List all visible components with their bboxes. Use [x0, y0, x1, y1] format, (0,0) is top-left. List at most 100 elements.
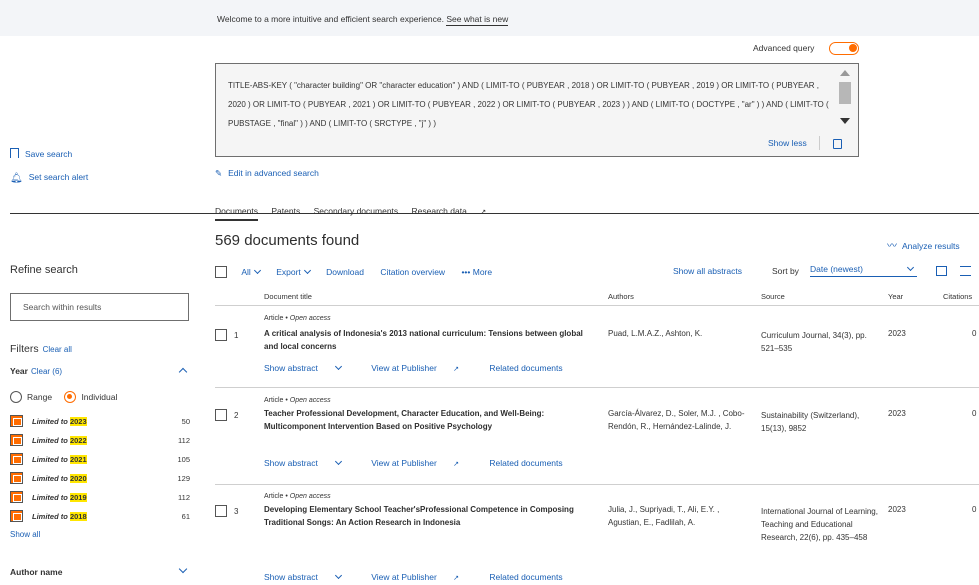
view-at-publisher-link[interactable]: View at Publisher ↗	[371, 572, 473, 582]
view-publisher-label: View at Publisher	[371, 572, 437, 582]
show-abstract-label: Show abstract	[264, 572, 318, 582]
edit-advanced-search-link[interactable]: ✎ Edit in advanced search	[215, 168, 319, 179]
year-value: 2023	[69, 417, 87, 426]
tab-research-data-label: Research data	[411, 206, 467, 216]
show-less-link[interactable]: Show less	[768, 138, 807, 148]
more-button[interactable]: ••• More	[461, 267, 492, 277]
year-filter-header[interactable]: Year Clear (6)	[10, 366, 62, 376]
analyze-results-link[interactable]: 〰 Analyze results	[887, 237, 960, 252]
document-title-link[interactable]: Developing Elementary School Teacher'sPr…	[264, 503, 584, 529]
year-checkbox[interactable]	[10, 434, 23, 446]
table-row: Article • Open access 3 Developing Eleme…	[215, 493, 979, 585]
toggle-knob	[849, 44, 857, 52]
column-header-year[interactable]: Year	[888, 292, 903, 301]
year-filter-2018[interactable]: Limited to 2018 61	[10, 510, 190, 522]
year-checkbox[interactable]	[10, 415, 23, 427]
set-alert-button[interactable]: 🔔︎ Set search alert	[10, 172, 89, 184]
list-view-icon[interactable]	[960, 266, 971, 276]
tab-patents[interactable]: Patents	[271, 206, 300, 216]
grid-view-icon[interactable]	[936, 266, 947, 276]
all-dropdown[interactable]: All	[241, 266, 261, 277]
document-type: Article • Open access	[264, 397, 331, 404]
row-checkbox[interactable]	[215, 409, 227, 421]
doc-type-label: Article	[264, 493, 284, 500]
show-abstract-label: Show abstract	[264, 363, 318, 373]
banner-message: Welcome to a more intuitive and efficien…	[217, 14, 444, 24]
row-checkbox[interactable]	[215, 505, 227, 517]
year-checkbox[interactable]	[10, 472, 23, 484]
expand-author-icon[interactable]	[178, 564, 188, 574]
header-divider	[215, 305, 979, 306]
show-abstract-button[interactable]: Show abstract	[264, 571, 355, 582]
citation-overview-button[interactable]: Citation overview	[380, 267, 445, 277]
query-box[interactable]: TITLE-ABS-KEY ( "character building" OR …	[215, 63, 859, 157]
select-all-checkbox[interactable]	[215, 266, 227, 278]
year-filter-2021[interactable]: Limited to 2021 105	[10, 453, 190, 465]
year-count: 129	[177, 474, 190, 483]
related-documents-link[interactable]: Related documents	[489, 572, 562, 582]
clear-all-filters-link[interactable]: Clear all	[43, 345, 72, 354]
author-name-filter-header[interactable]: Author name	[10, 567, 62, 577]
scroll-down-icon[interactable]	[840, 118, 850, 124]
year-filter-2022[interactable]: Limited to 2022 112	[10, 434, 190, 446]
show-all-years-link[interactable]: Show all	[10, 530, 40, 539]
section-divider	[10, 213, 979, 214]
individual-radio[interactable]: Individual	[64, 391, 117, 403]
range-radio[interactable]: Range	[10, 391, 52, 403]
document-citations: 0	[972, 409, 977, 418]
limited-to-text: Limited to	[32, 512, 68, 521]
show-abstract-button[interactable]: Show abstract	[264, 457, 355, 468]
search-within-input[interactable]: Search within results	[10, 293, 189, 321]
document-authors[interactable]: Puad, L.M.A.Z., Ashton, K.	[608, 327, 753, 340]
view-at-publisher-link[interactable]: View at Publisher ↗	[371, 363, 473, 373]
year-mode-radios: Range Individual	[10, 391, 117, 403]
download-button[interactable]: Download	[326, 267, 364, 277]
set-alert-label: Set search alert	[28, 172, 89, 182]
column-header-authors[interactable]: Authors	[608, 292, 634, 301]
document-title-link[interactable]: Teacher Professional Development, Charac…	[264, 407, 584, 433]
year-checkbox[interactable]	[10, 510, 23, 522]
document-authors[interactable]: García-Álvarez, D., Soler, M.J. , Cobo-R…	[608, 407, 753, 433]
column-header-source[interactable]: Source	[761, 292, 785, 301]
copy-query-icon[interactable]	[833, 139, 842, 149]
show-abstract-button[interactable]: Show abstract	[264, 362, 355, 373]
document-source[interactable]: Curriculum Journal, 34(3), pp. 521–535	[761, 329, 881, 355]
chevron-down-icon	[906, 263, 915, 272]
bell-icon: 🔔︎	[10, 173, 23, 184]
year-filter-2020[interactable]: Limited to 2020 129	[10, 472, 190, 484]
document-source[interactable]: Sustainability (Switzerland), 15(13), 98…	[761, 409, 881, 435]
filters-label: Filters	[10, 343, 39, 355]
row-checkbox[interactable]	[215, 329, 227, 341]
show-all-abstracts-button[interactable]: Show all abstracts	[673, 266, 742, 276]
related-documents-link[interactable]: Related documents	[489, 363, 562, 373]
scroll-thumb[interactable]	[839, 82, 851, 104]
document-title-link[interactable]: A critical analysis of Indonesia's 2013 …	[264, 327, 584, 353]
doc-type-label: Article	[264, 315, 284, 322]
year-filter-2023[interactable]: Limited to 2023 50	[10, 415, 190, 427]
sort-select[interactable]: Date (newest)	[810, 263, 917, 277]
see-whats-new-link[interactable]: See what is new	[446, 14, 509, 26]
year-checkbox[interactable]	[10, 491, 23, 503]
year-checkbox[interactable]	[10, 453, 23, 465]
export-dropdown[interactable]: Export	[276, 266, 311, 277]
tab-secondary-documents[interactable]: Secondary documents	[314, 206, 399, 216]
analyze-results-label: Analyze results	[902, 241, 960, 251]
query-scrollbar[interactable]	[839, 70, 851, 128]
query-text[interactable]: TITLE-ABS-KEY ( "character building" OR …	[228, 76, 832, 133]
document-year: 2023	[888, 505, 906, 514]
sort-by-label: Sort by	[772, 266, 799, 276]
document-authors[interactable]: Julia, J., Supriyadi, T., Ali, E.Y. , Ag…	[608, 503, 753, 529]
clear-year-link[interactable]: Clear (6)	[31, 367, 62, 376]
year-filter-2019[interactable]: Limited to 2019 112	[10, 491, 190, 503]
scroll-up-icon[interactable]	[840, 70, 850, 76]
related-documents-link[interactable]: Related documents	[489, 458, 562, 468]
tab-research-data[interactable]: Research data ↗	[412, 206, 498, 216]
column-header-title[interactable]: Document title	[264, 292, 312, 301]
collapse-year-icon[interactable]	[178, 367, 188, 377]
document-source[interactable]: International Journal of Learning, Teach…	[761, 505, 881, 544]
save-search-button[interactable]: Save search	[10, 148, 72, 159]
column-header-citations[interactable]: Citations	[943, 292, 972, 301]
all-label: All	[241, 267, 251, 277]
advanced-query-toggle[interactable]	[829, 42, 859, 55]
view-at-publisher-link[interactable]: View at Publisher ↗	[371, 458, 473, 468]
